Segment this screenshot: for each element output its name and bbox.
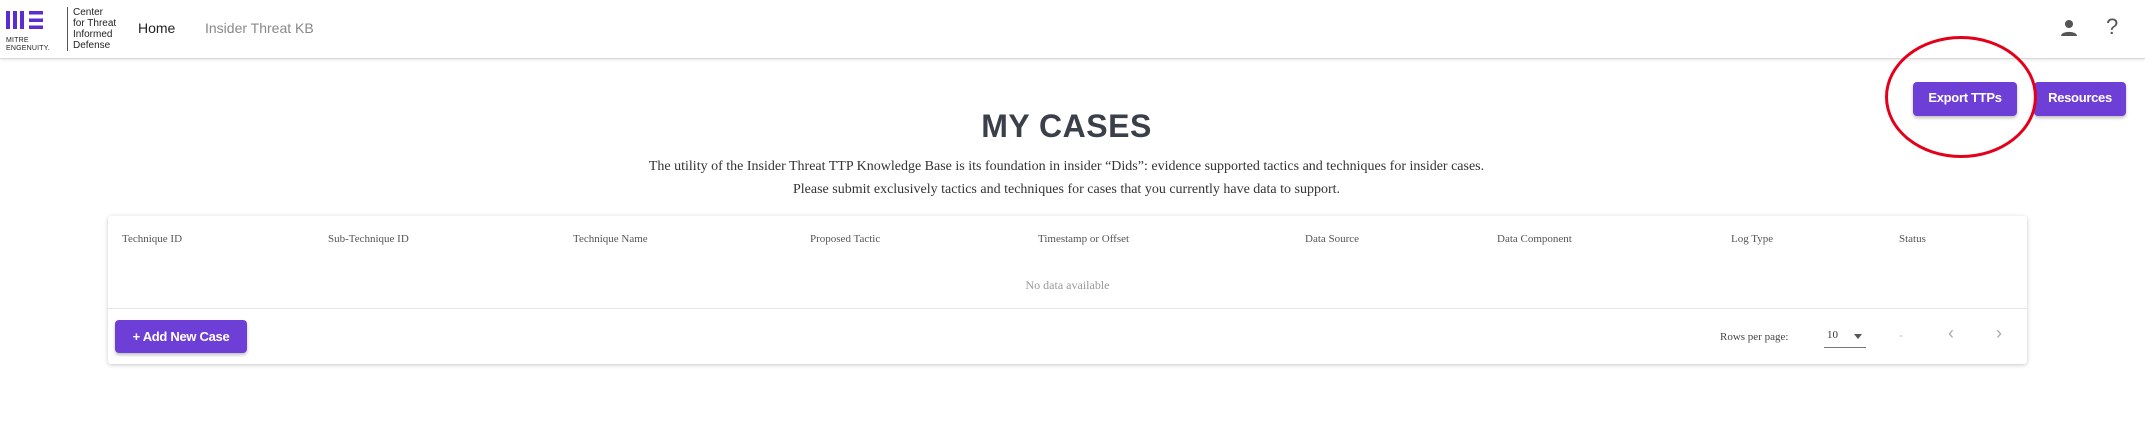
column-header-data-source[interactable]: Data Source [1305, 233, 1359, 245]
column-header-proposed-tactic[interactable]: Proposed Tactic [810, 233, 880, 245]
column-header-log-type[interactable]: Log Type [1731, 233, 1773, 245]
mitre-engenuity-logo[interactable]: MITRE ENGENUITY. Center for Threat Infor… [6, 7, 136, 53]
logo-word-engenuity: ENGENUITY. [6, 45, 50, 52]
column-header-technique-name[interactable]: Technique Name [573, 233, 648, 245]
rows-per-page-value: 10 [1827, 329, 1838, 341]
top-navigation-bar: MITRE ENGENUITY. Center for Threat Infor… [0, 0, 2145, 59]
dropdown-caret-icon [1854, 334, 1862, 339]
next-page-icon[interactable]: › [1996, 323, 2002, 344]
table-footer-divider [108, 308, 2027, 309]
logo-word-mitre: MITRE [6, 37, 29, 44]
page-description-line: The utility of the Insider Threat TTP Kn… [648, 159, 1485, 174]
nav-home-link[interactable]: Home [138, 20, 175, 36]
add-new-case-button[interactable]: + Add New Case [115, 320, 247, 353]
nav-insider-threat-kb-link[interactable]: Insider Threat KB [205, 20, 314, 36]
center-name: Center for Threat Informed Defense [73, 7, 116, 51]
center-name-line: Center [73, 7, 104, 18]
column-header-data-component[interactable]: Data Component [1497, 233, 1572, 245]
column-header-timestamp[interactable]: Timestamp or Offset [1038, 233, 1129, 245]
center-name-line: Defense [73, 40, 111, 51]
page-title: MY CASES [981, 108, 1152, 144]
mitre-bars-icon [6, 11, 43, 29]
account-icon[interactable] [2059, 18, 2079, 38]
empty-table-message: No data available [1025, 278, 1110, 292]
page-description-line: Please submit exclusively tactics and te… [792, 182, 1340, 197]
cases-table-card: Technique ID Sub-Technique ID Technique … [108, 216, 2027, 364]
pagination-range: - [1899, 328, 1903, 342]
mitre-logo-mark: MITRE ENGENUITY. [6, 9, 58, 52]
rows-per-page-label: Rows per page: [1720, 331, 1789, 343]
help-icon[interactable]: ? [2106, 14, 2118, 40]
center-name-line: Informed [73, 29, 113, 40]
logo-divider [67, 7, 68, 51]
previous-page-icon[interactable]: ‹ [1948, 323, 1954, 344]
column-header-technique-id[interactable]: Technique ID [122, 233, 182, 245]
rows-per-page-select[interactable]: 10 [1824, 323, 1866, 348]
column-header-sub-technique-id[interactable]: Sub-Technique ID [328, 233, 409, 245]
center-name-line: for Threat [73, 18, 117, 29]
column-header-status[interactable]: Status [1899, 233, 1926, 245]
